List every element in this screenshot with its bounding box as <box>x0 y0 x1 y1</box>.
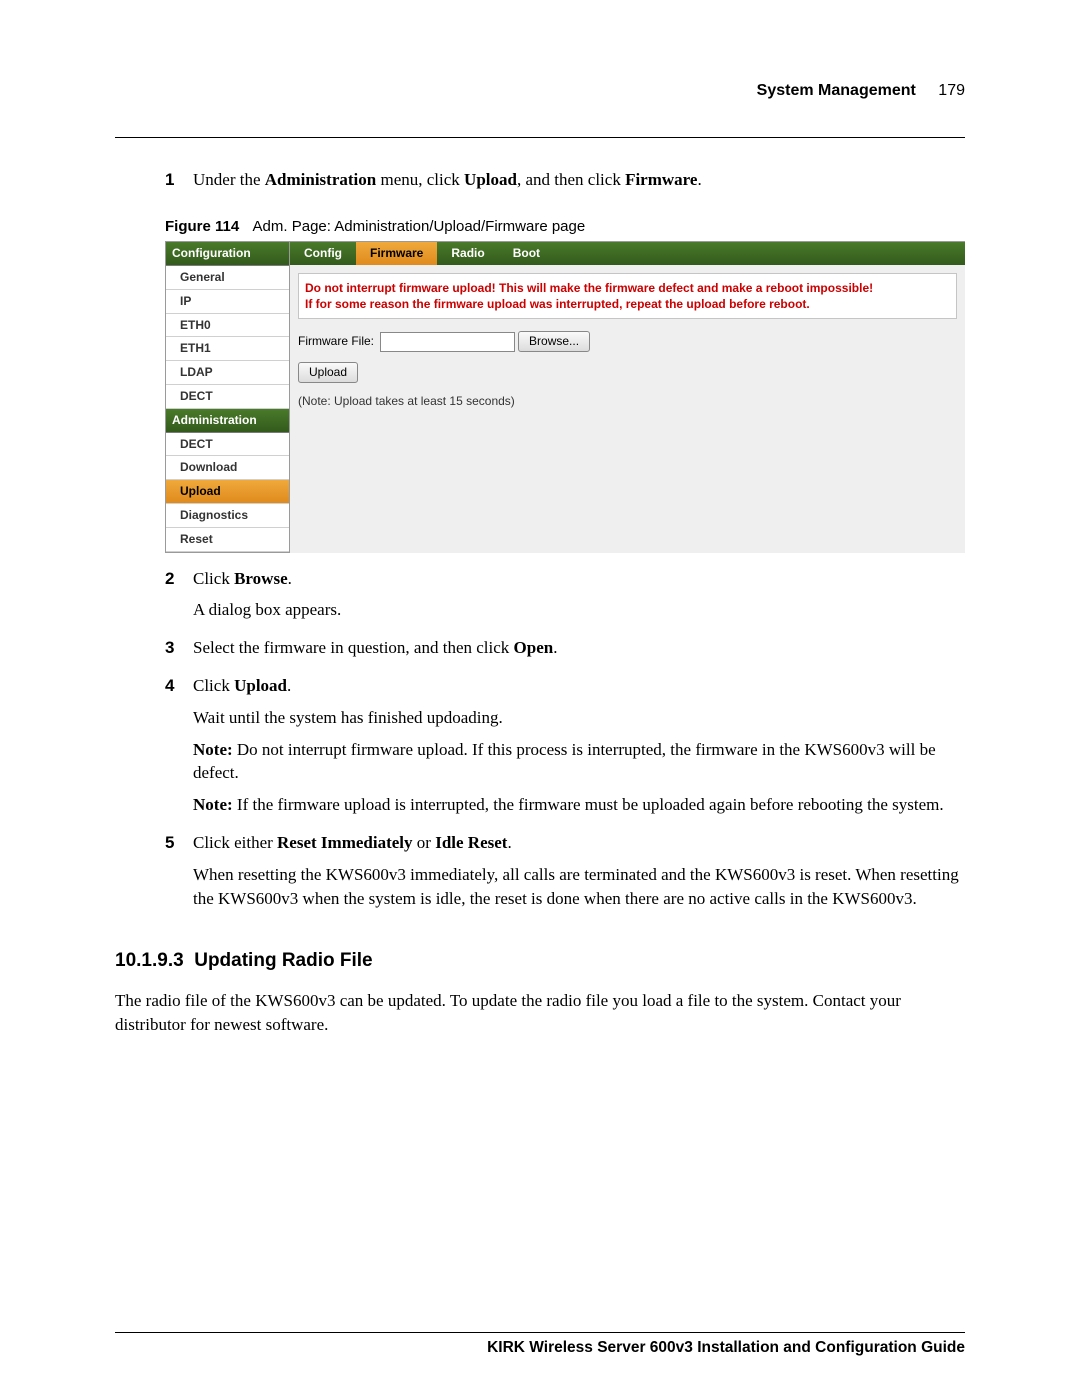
warning-box: Do not interrupt firmware upload! This w… <box>298 273 957 319</box>
page-footer: KIRK Wireless Server 600v3 Installation … <box>115 1332 965 1359</box>
section-title: Updating Radio File <box>194 950 372 971</box>
sidebar-item-diagnostics[interactable]: Diagnostics <box>166 504 289 528</box>
sidebar-item-ip[interactable]: IP <box>166 290 289 314</box>
figure-caption: Figure 114 Adm. Page: Administration/Upl… <box>165 216 965 237</box>
step-2: 2 Click Browse. A dialog box appears. <box>165 567 965 631</box>
page-number: 179 <box>938 82 965 99</box>
sidebar-item-reset[interactable]: Reset <box>166 528 289 552</box>
footer-text: KIRK Wireless Server 600v3 Installation … <box>115 1337 965 1359</box>
sidebar-item-eth0[interactable]: ETH0 <box>166 314 289 338</box>
step-5: 5 Click either Reset Immediately or Idle… <box>165 831 965 918</box>
warning-line-1: Do not interrupt firmware upload! This w… <box>305 280 950 296</box>
step-text: Click Upload. <box>193 674 965 698</box>
upload-form: Firmware File: Browse... Upload (Note: U… <box>290 327 965 419</box>
sidebar-item-eth1[interactable]: ETH1 <box>166 337 289 361</box>
figure-admin-page: Configuration General IP ETH0 ETH1 LDAP … <box>165 241 965 552</box>
firmware-file-input[interactable] <box>380 332 515 352</box>
step-number: 2 <box>165 567 193 631</box>
sidebar: Configuration General IP ETH0 ETH1 LDAP … <box>165 242 290 552</box>
main-pane: Config Firmware Radio Boot Do not interr… <box>290 242 965 552</box>
tab-bar: Config Firmware Radio Boot <box>290 242 965 265</box>
figure-number: Figure 114 <box>165 218 239 235</box>
sidebar-item-download[interactable]: Download <box>166 456 289 480</box>
step-text: Select the firmware in question, and the… <box>193 636 965 660</box>
step-after: Wait until the system has finished updoa… <box>193 706 965 730</box>
upload-note: (Note: Upload takes at least 15 seconds) <box>298 393 957 410</box>
step-text: Under the Administration menu, click Upl… <box>193 168 965 192</box>
step-number: 4 <box>165 674 193 825</box>
warning-line-2: If for some reason the firmware upload w… <box>305 296 950 312</box>
browse-button[interactable]: Browse... <box>518 331 590 352</box>
step-note-2: Note: If the firmware upload is interrup… <box>193 793 965 817</box>
upload-button[interactable]: Upload <box>298 362 358 383</box>
page-header: System Management 179 <box>115 80 965 102</box>
sidebar-header-administration: Administration <box>166 409 289 433</box>
tab-config[interactable]: Config <box>290 242 356 265</box>
step-note-1: Note: Do not interrupt firmware upload. … <box>193 738 965 786</box>
step-number: 1 <box>165 168 193 200</box>
step-text: Click Browse. <box>193 567 965 591</box>
header-rule <box>115 137 965 138</box>
sidebar-item-ldap[interactable]: LDAP <box>166 361 289 385</box>
sidebar-header-configuration: Configuration <box>166 242 289 266</box>
sidebar-item-admin-dect[interactable]: DECT <box>166 433 289 457</box>
step-after: When resetting the KWS600v3 immediately,… <box>193 863 965 911</box>
sidebar-item-upload[interactable]: Upload <box>166 480 289 504</box>
step-after: A dialog box appears. <box>193 598 965 622</box>
step-number: 5 <box>165 831 193 918</box>
sidebar-item-general[interactable]: General <box>166 266 289 290</box>
tab-firmware[interactable]: Firmware <box>356 242 437 265</box>
figure-title: Adm. Page: Administration/Upload/Firmwar… <box>253 218 586 235</box>
section-body: The radio file of the KWS600v3 can be up… <box>115 989 965 1037</box>
tab-radio[interactable]: Radio <box>437 242 498 265</box>
footer-rule <box>115 1332 965 1333</box>
firmware-file-label: Firmware File: <box>298 333 374 350</box>
section-number: 10.1.9.3 <box>115 950 184 971</box>
tab-boot[interactable]: Boot <box>499 242 554 265</box>
step-text: Click either Reset Immediately or Idle R… <box>193 831 965 855</box>
step-number: 3 <box>165 636 193 668</box>
step-3: 3 Select the firmware in question, and t… <box>165 636 965 668</box>
section-heading: 10.1.9.3 Updating Radio File <box>115 948 965 975</box>
step-4: 4 Click Upload. Wait until the system ha… <box>165 674 965 825</box>
step-1: 1 Under the Administration menu, click U… <box>165 168 965 200</box>
header-title: System Management <box>757 82 916 99</box>
sidebar-item-dect[interactable]: DECT <box>166 385 289 409</box>
